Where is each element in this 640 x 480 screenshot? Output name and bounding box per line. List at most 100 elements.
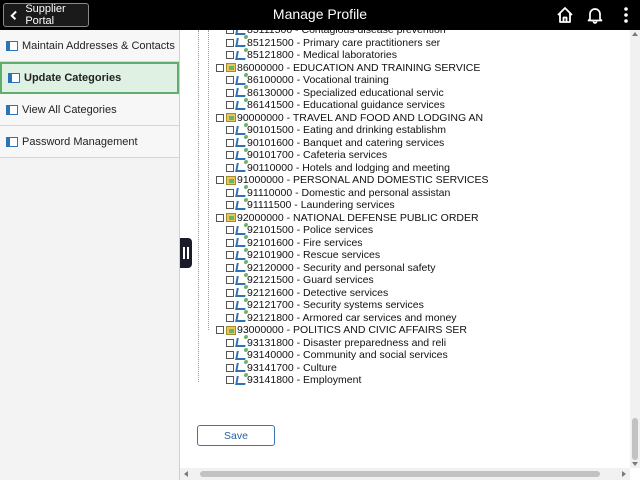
- panel-icon: [8, 73, 20, 83]
- tree-category-item: 92101500 - Police services: [226, 224, 373, 237]
- tree-category-item: 92101900 - Rescue services: [226, 249, 380, 262]
- category-checkbox[interactable]: [226, 313, 234, 322]
- category-label: 92121500 - Guard services: [247, 274, 374, 286]
- category-node-icon: [235, 288, 247, 298]
- category-node-icon: [235, 275, 247, 285]
- tree-category-group: 86000000 - EDUCATION AND TRAINING SERVIC…: [216, 62, 480, 75]
- category-label: 92101600 - Fire services: [247, 236, 363, 249]
- category-checkbox[interactable]: [226, 138, 234, 147]
- category-label: 92000000 - NATIONAL DEFENSE PUBLIC ORDER: [237, 211, 479, 224]
- category-checkbox[interactable]: [216, 176, 224, 185]
- category-label: 90000000 - TRAVEL AND FOOD AND LODGING A…: [237, 111, 484, 124]
- category-checkbox[interactable]: [226, 151, 234, 160]
- category-label: 92121800 - Armored car services and mone…: [247, 311, 457, 324]
- scroll-up-arrow-icon[interactable]: [632, 32, 638, 36]
- category-checkbox[interactable]: [226, 351, 234, 360]
- more-options-icon[interactable]: [616, 5, 636, 25]
- tree-category-item: 93140000 - Community and social services: [226, 349, 448, 362]
- category-label: 93141800 - Employment: [247, 374, 362, 386]
- horizontal-scrollbar[interactable]: [180, 468, 630, 480]
- category-node-icon: [235, 238, 247, 248]
- category-checkbox[interactable]: [226, 101, 234, 110]
- home-icon[interactable]: [555, 5, 575, 25]
- category-checkbox[interactable]: [226, 301, 234, 310]
- tree-category-item: 92121500 - Guard services: [226, 274, 374, 287]
- category-checkbox[interactable]: [226, 288, 234, 297]
- save-button[interactable]: Save: [197, 425, 275, 446]
- category-checkbox[interactable]: [226, 76, 234, 85]
- category-checkbox[interactable]: [216, 63, 224, 72]
- tree-category-item: 92121600 - Detective services: [226, 287, 388, 300]
- scroll-left-arrow-icon[interactable]: [184, 471, 188, 477]
- category-node-icon: [235, 375, 247, 385]
- tree-category-group: 93000000 - POLITICS AND CIVIC AFFAIRS SE…: [216, 324, 467, 337]
- category-node-icon: [235, 75, 247, 85]
- category-label: 93131800 - Disaster preparedness and rel…: [247, 336, 447, 349]
- category-label: 93140000 - Community and social services: [247, 349, 448, 361]
- tree-category-item: 92121800 - Armored car services and mone…: [226, 312, 457, 325]
- category-label: 86141500 - Educational guidance services: [247, 99, 445, 111]
- category-checkbox[interactable]: [226, 226, 234, 235]
- sidebar-item-password-management[interactable]: Password Management: [0, 126, 179, 158]
- tree-category-item: 90101600 - Banquet and catering services: [226, 137, 444, 150]
- category-label: 93141700 - Culture: [247, 361, 337, 374]
- panel-collapse-handle[interactable]: [180, 238, 192, 268]
- category-checkbox[interactable]: [216, 326, 224, 335]
- tree-category-item: 91111500 - Laundering services: [226, 199, 395, 212]
- category-label: 91110000 - Domestic and personal assista…: [247, 186, 451, 199]
- vertical-scrollbar[interactable]: [630, 30, 640, 468]
- tree-category-item: 85121800 - Medical laboratories: [226, 49, 397, 62]
- tree-category-group: 91000000 - PERSONAL AND DOMESTIC SERVICE…: [216, 174, 489, 187]
- category-node-icon: [235, 50, 247, 60]
- category-node-icon: [235, 250, 247, 260]
- scroll-down-arrow-icon[interactable]: [632, 462, 638, 466]
- category-label: 90110000 - Hotels and lodging and meetin…: [247, 161, 450, 174]
- sidebar-nav: Maintain Addresses & Contacts Update Cat…: [0, 30, 180, 480]
- tree-category-item: 86130000 - Specialized educational servi…: [226, 87, 444, 100]
- category-folder-icon: [226, 325, 236, 335]
- tree-guide-line: [198, 30, 199, 382]
- category-label: 91000000 - PERSONAL AND DOMESTIC SERVICE…: [237, 174, 489, 186]
- horizontal-scroll-thumb[interactable]: [200, 471, 600, 477]
- sidebar-item-label: Password Management: [22, 135, 138, 148]
- category-node-icon: [235, 163, 247, 173]
- category-checkbox[interactable]: [226, 188, 234, 197]
- category-checkbox[interactable]: [226, 163, 234, 172]
- sidebar-item-label: Maintain Addresses & Contacts: [22, 39, 175, 52]
- category-checkbox[interactable]: [226, 88, 234, 97]
- category-checkbox[interactable]: [226, 251, 234, 260]
- panel-icon: [6, 136, 18, 147]
- category-checkbox[interactable]: [226, 126, 234, 135]
- category-checkbox[interactable]: [226, 201, 234, 210]
- category-checkbox[interactable]: [226, 38, 234, 47]
- category-checkbox[interactable]: [216, 213, 224, 222]
- notification-bell-icon[interactable]: [585, 5, 605, 25]
- sidebar-item-maintain-addresses[interactable]: Maintain Addresses & Contacts: [0, 30, 179, 62]
- category-label: 92121600 - Detective services: [247, 286, 389, 299]
- category-checkbox[interactable]: [226, 338, 234, 347]
- category-checkbox[interactable]: [226, 376, 234, 385]
- category-label: 86130000 - Specialized educational servi…: [247, 86, 444, 99]
- category-node-icon: [235, 200, 247, 210]
- sidebar-item-view-all-categories[interactable]: View All Categories: [0, 94, 179, 126]
- panel-icon: [6, 104, 18, 115]
- category-node-icon: [235, 225, 247, 235]
- category-tree-panel: 85111500 - Contagious disease prevention…: [192, 30, 628, 468]
- category-checkbox[interactable]: [216, 113, 224, 122]
- category-checkbox[interactable]: [226, 363, 234, 372]
- category-node-icon: [235, 263, 247, 273]
- category-checkbox[interactable]: [226, 263, 234, 272]
- category-checkbox[interactable]: [226, 51, 234, 60]
- category-node-icon: [235, 100, 247, 110]
- tree-category-item: 86100000 - Vocational training: [226, 74, 389, 87]
- category-checkbox[interactable]: [226, 30, 234, 35]
- top-header-bar: Supplier Portal Manage Profile: [0, 0, 640, 30]
- tree-category-item: 90101700 - Cafeteria services: [226, 149, 387, 162]
- category-checkbox[interactable]: [226, 238, 234, 247]
- sidebar-item-update-categories[interactable]: Update Categories: [0, 62, 179, 94]
- category-node-icon: [235, 350, 247, 360]
- vertical-scroll-thumb[interactable]: [632, 418, 638, 460]
- scroll-right-arrow-icon[interactable]: [622, 471, 626, 477]
- category-checkbox[interactable]: [226, 276, 234, 285]
- category-node-icon: [235, 313, 247, 323]
